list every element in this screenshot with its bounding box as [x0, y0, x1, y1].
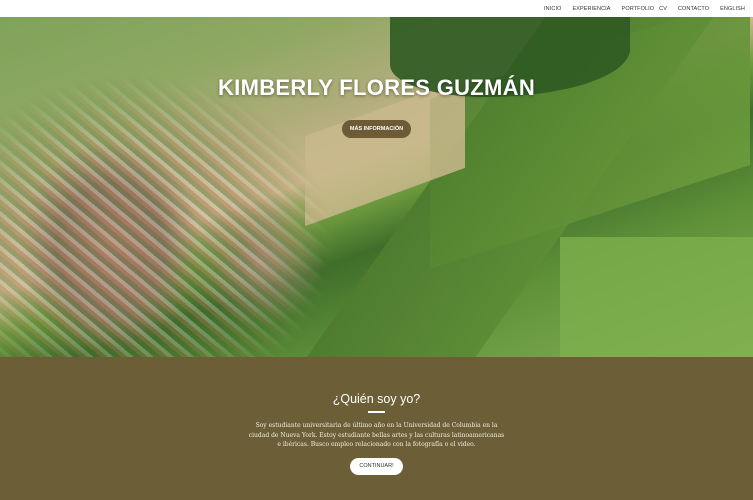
heading-divider [368, 411, 385, 413]
nav-inicio[interactable]: INICIO [544, 6, 561, 12]
hero-background-village [0, 77, 330, 357]
nav-english[interactable]: ENGLISH [720, 6, 745, 12]
about-section: ¿Quién soy yo? Soy estudiante universita… [0, 357, 753, 500]
nav-contacto[interactable]: CONTACTO [678, 6, 709, 12]
about-heading: ¿Quién soy yo? [332, 392, 421, 406]
nav-portfolio[interactable]: PORTFOLIO [622, 6, 655, 12]
hero-section: KIMBERLY FLORES GUZMÁN MÁS INFORMACIÓN [0, 17, 753, 357]
top-nav: INICIO EXPERIENCIA PORTFOLIO CV CONTACTO… [0, 0, 753, 17]
hero-background-field [560, 237, 753, 357]
hero-title: KIMBERLY FLORES GUZMÁN [217, 75, 536, 100]
continue-button[interactable]: CONTINUAR! [350, 457, 403, 475]
nav-cv[interactable]: CV [659, 6, 667, 12]
more-info-button[interactable]: MÁS INFORMACIÓN [342, 120, 411, 138]
nav-experiencia[interactable]: EXPERIENCIA [572, 6, 610, 12]
about-text: Soy estudiante universitaria de último a… [248, 422, 505, 448]
